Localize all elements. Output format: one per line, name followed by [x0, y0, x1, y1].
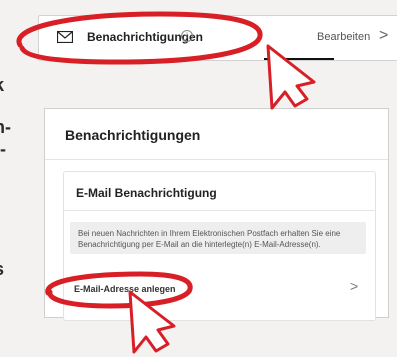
side-text-6: s — [0, 260, 4, 279]
side-text-1: k — [0, 76, 4, 95]
side-text-3: n- — [0, 117, 11, 137]
add-email-link[interactable]: E-Mail-Adresse anlegen — [74, 284, 176, 294]
chevron-right-icon[interactable]: > — [379, 27, 388, 45]
panel-title: Benachrichtigungen — [65, 127, 201, 143]
mail-icon — [56, 30, 74, 48]
info-icon[interactable]: i — [181, 30, 193, 42]
notifications-panel: Benachrichtigungen E-Mail Benachrichtigu… — [44, 108, 389, 321]
edit-underline — [264, 58, 334, 60]
info-line-1: Bei neuen Nachrichten in Ihrem Elektroni… — [78, 229, 341, 238]
card-subtitle: E-Mail Benachrichtigung — [76, 186, 217, 200]
email-notification-card: E-Mail Benachrichtigung Bei neuen Nachri… — [63, 171, 376, 321]
divider — [64, 210, 375, 211]
edit-link[interactable]: Bearbeiten — [317, 31, 370, 43]
chevron-right-icon[interactable]: > — [350, 278, 358, 294]
divider — [45, 159, 388, 160]
notifications-row[interactable]: Benachrichtigungen i Bearbeiten > — [38, 15, 397, 61]
info-line-2: Benachrichtigung per E-Mail an die hinte… — [78, 240, 321, 249]
info-box: Bei neuen Nachrichten in Ihrem Elektroni… — [70, 222, 366, 254]
side-text-4: -- — [0, 139, 6, 159]
